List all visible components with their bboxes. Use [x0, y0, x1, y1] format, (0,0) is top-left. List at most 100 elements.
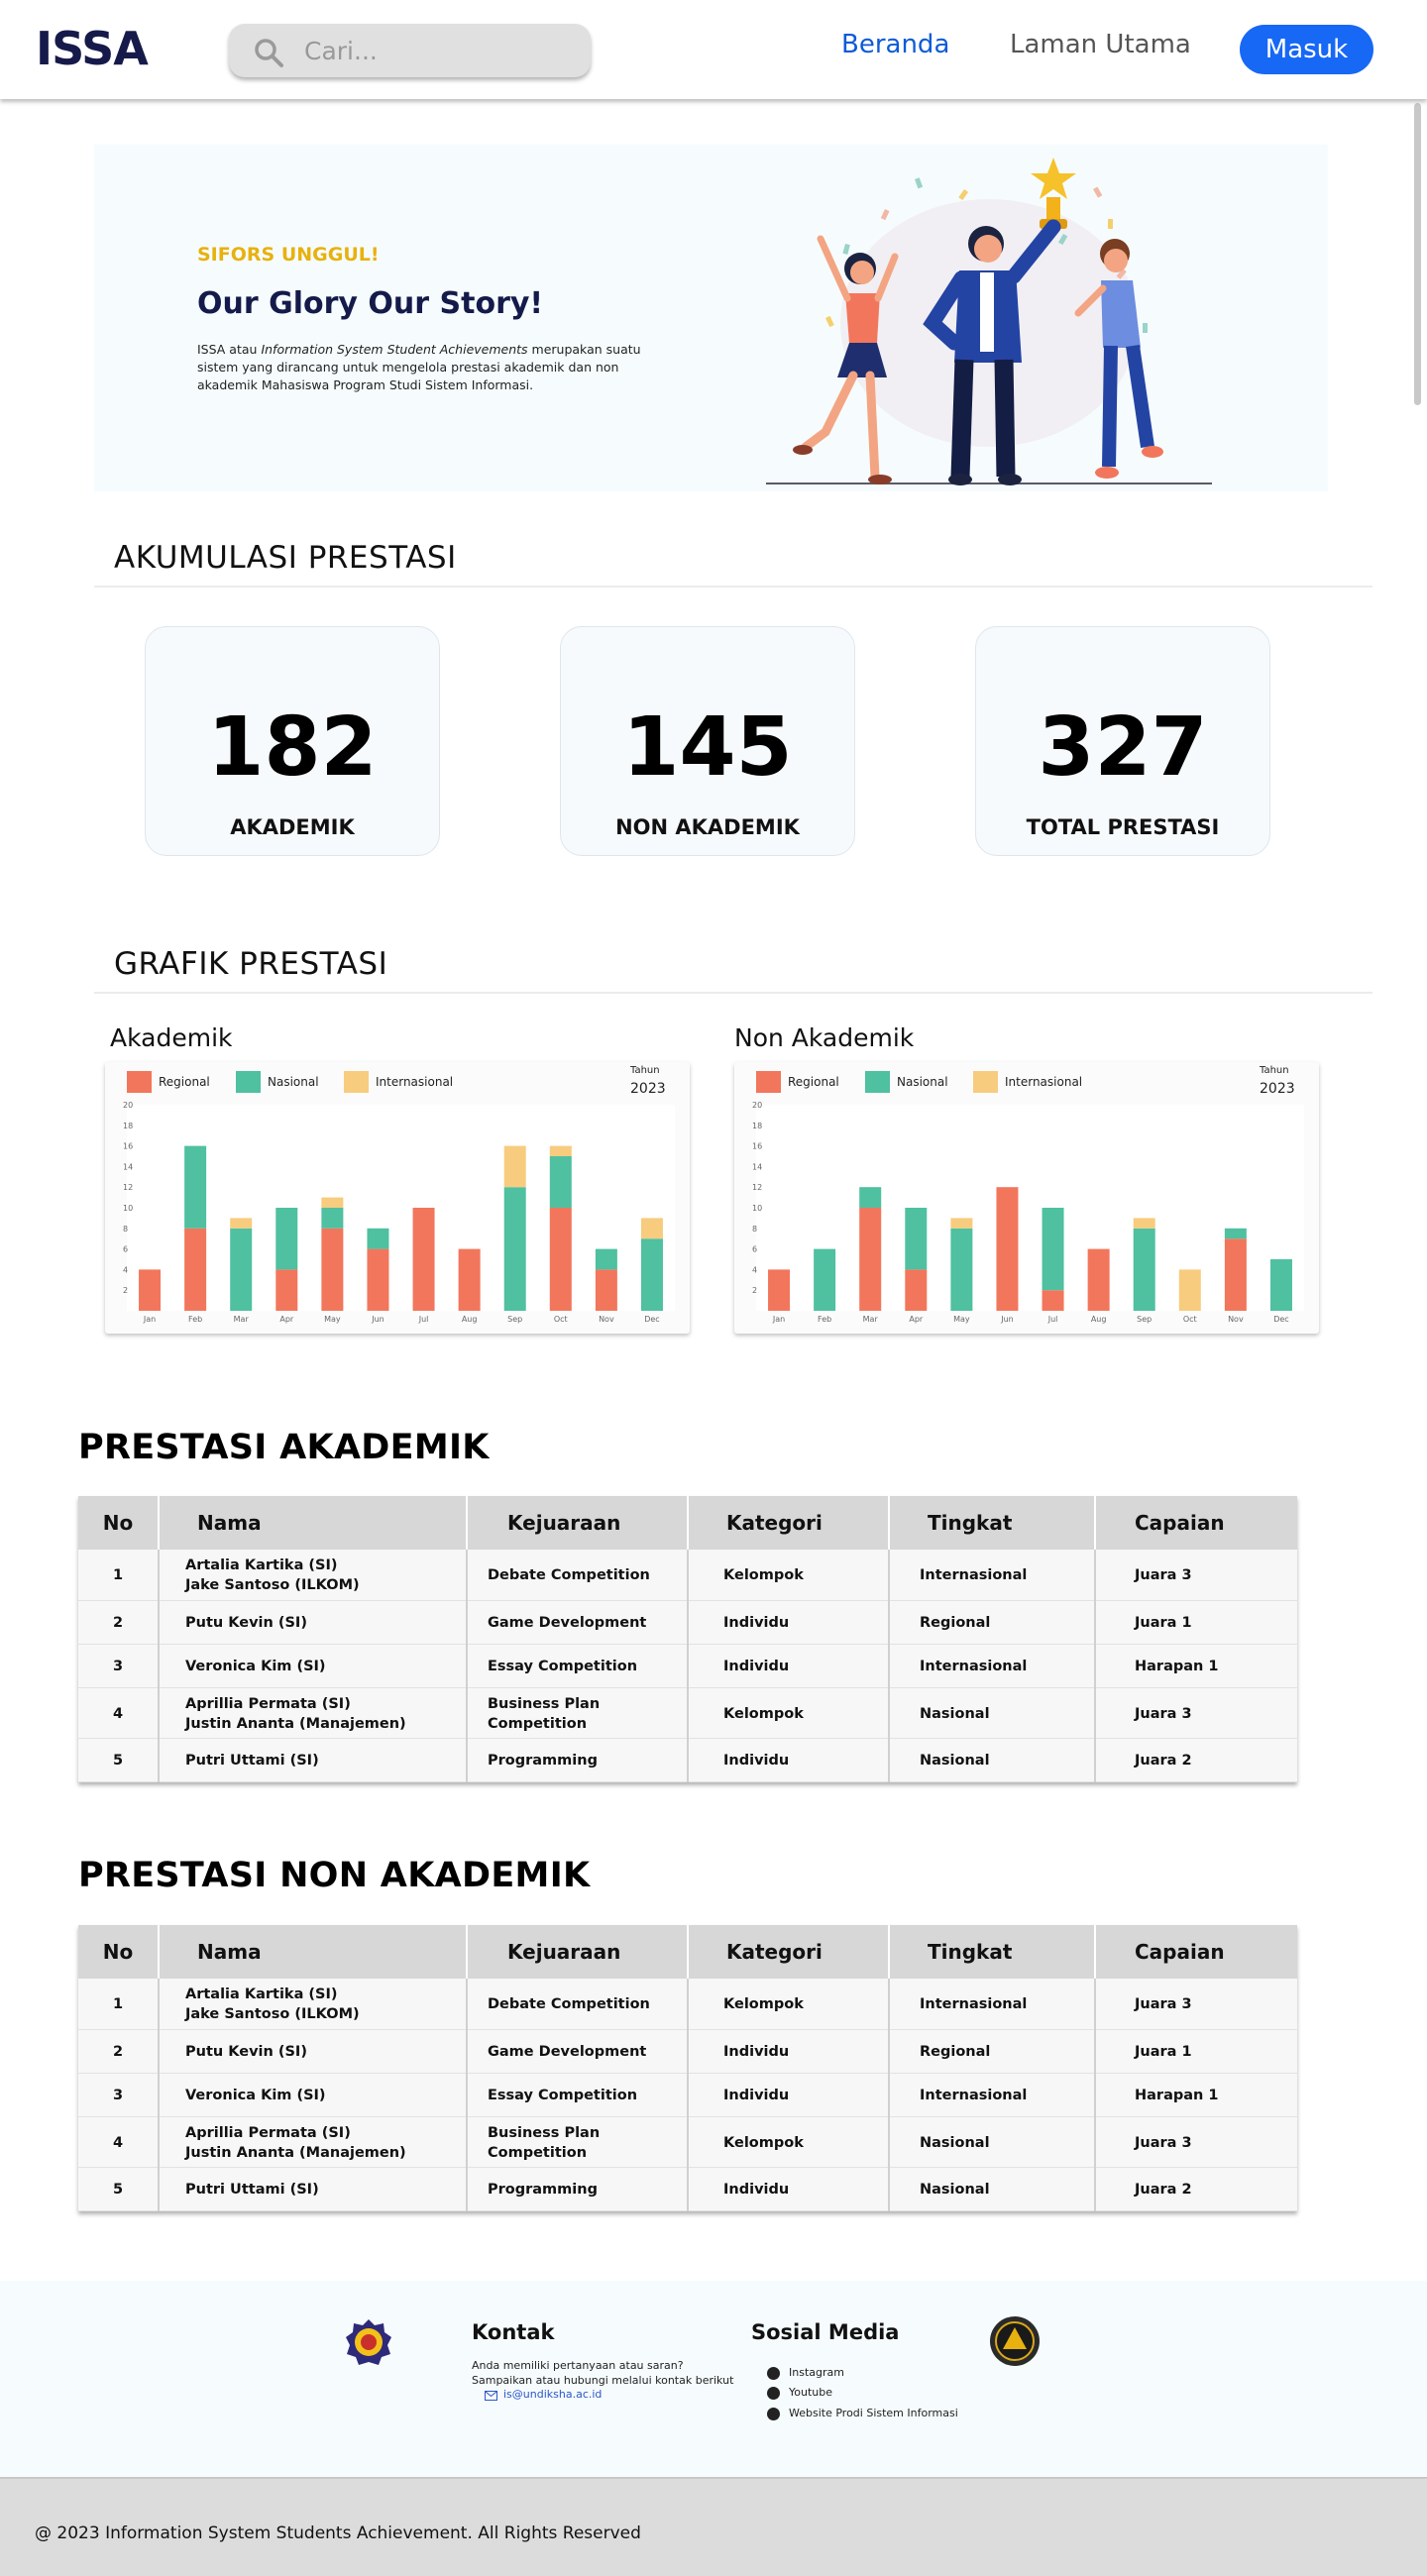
- table-cell-kejuaraan: Programming: [467, 1738, 689, 1782]
- bar-regional-oct: [549, 1208, 572, 1311]
- x-tick-label: Jan: [772, 1315, 785, 1324]
- contact-email-link[interactable]: is@undiksha.ac.id: [503, 2388, 602, 2401]
- table-cell-kategori: Individu: [688, 2029, 890, 2074]
- nav-link-laman-utama[interactable]: Laman Utama: [1010, 30, 1191, 59]
- bar-regional-apr: [275, 1269, 298, 1311]
- nav-link-beranda[interactable]: Beranda: [841, 30, 949, 59]
- divider: [94, 992, 1372, 994]
- contact-line-2: Sampaikan atau hubungi melalui kontak be…: [472, 2374, 734, 2387]
- scrollbar-thumb[interactable]: [1414, 103, 1421, 405]
- bar-nasional-mar: [859, 1187, 882, 1208]
- stat-label: TOTAL PRESTASI: [1026, 815, 1220, 839]
- table-header-row: No Nama Kejuaraan Kategori Tingkat Capaian: [78, 1496, 1297, 1550]
- social-link-instagram[interactable]: Instagram: [767, 2366, 844, 2380]
- table-cell-kategori: Individu: [688, 2073, 890, 2117]
- column-header-nama: Nama: [159, 1925, 468, 1979]
- table-cell-nama: Artalia Kartika (SI) Jake Santoso (ILKOM): [159, 1550, 468, 1601]
- x-tick-label: Aug: [1091, 1315, 1107, 1324]
- legend-label-internasional: Internasional: [376, 1075, 453, 1089]
- x-tick-label: Aug: [462, 1315, 478, 1324]
- y-tick-label: 6: [752, 1245, 757, 1254]
- table-cell-no: 1: [78, 1979, 160, 2030]
- table-row: 3 Veronica Kim (SI) Essay Competition Indiv…: [78, 1644, 1297, 1688]
- x-tick-label: Jun: [1000, 1315, 1014, 1324]
- stat-value: 182: [207, 700, 378, 795]
- x-tick-label: Mar: [863, 1315, 879, 1324]
- x-tick-label: Nov: [1228, 1315, 1244, 1324]
- year-label: Tahun: [1259, 1065, 1289, 1076]
- bar-internasional-oct: [549, 1145, 572, 1156]
- table-cell-tingkat: Internasional: [889, 1550, 1096, 1601]
- bar-regional-feb: [184, 1228, 207, 1311]
- y-tick-label: 12: [123, 1183, 133, 1192]
- table-cell-kategori: Kelompok: [688, 1550, 890, 1601]
- x-tick-label: Sep: [507, 1315, 522, 1324]
- bar-regional-apr: [905, 1269, 928, 1311]
- mail-icon: [485, 2391, 497, 2401]
- chart-card-non-akademik: Regional Nasional Internasional Tahun 2023 2 4…: [734, 1062, 1319, 1334]
- x-tick-label: Apr: [279, 1315, 294, 1324]
- table-cell-capaian: Juara 3: [1095, 1979, 1297, 2030]
- instagram-icon: [767, 2366, 780, 2380]
- login-button[interactable]: Masuk: [1240, 25, 1373, 74]
- table-cell-capaian: Harapan 1: [1095, 1644, 1297, 1688]
- column-header-tingkat: Tingkat: [889, 1925, 1096, 1979]
- table-cell-no: 3: [78, 1644, 160, 1688]
- x-tick-label: Sep: [1137, 1315, 1152, 1324]
- table-cell-nama: Veronica Kim (SI): [159, 1644, 468, 1688]
- y-tick-label: 6: [123, 1245, 128, 1254]
- social-link-website[interactable]: Website Prodi Sistem Informasi: [767, 2407, 958, 2420]
- table-row: 4 Aprillia Permata (SI) Justin Ananta (Man…: [78, 2116, 1297, 2168]
- column-header-kategori: Kategori: [688, 1496, 890, 1550]
- table-row: 3 Veronica Kim (SI) Essay Competition Indiv…: [78, 2073, 1297, 2117]
- table-cell-kejuaraan: Essay Competition: [467, 2073, 689, 2117]
- bar-internasional-sep: [503, 1145, 526, 1188]
- table-row: 2 Putu Kevin (SI) Game Development Individu…: [78, 2029, 1297, 2074]
- bar-nasional-nov: [595, 1248, 617, 1270]
- x-tick-label: Jul: [1047, 1315, 1058, 1324]
- plot-area: [756, 1105, 1304, 1311]
- column-header-no: No: [78, 1496, 160, 1550]
- legend-swatch-regional: [127, 1071, 152, 1093]
- table-cell-kategori: Kelompok: [688, 2116, 890, 2168]
- bar-nasional-feb: [814, 1248, 836, 1311]
- stat-card-akademik: 182 AKADEMIK: [145, 626, 440, 856]
- social-link-youtube[interactable]: Youtube: [767, 2386, 832, 2400]
- y-tick-label: 10: [752, 1204, 762, 1213]
- bar-nasional-may: [950, 1228, 973, 1311]
- x-tick-label: Oct: [1183, 1315, 1197, 1324]
- column-header-kejuaraan: Kejuaraan: [467, 1925, 689, 1979]
- stat-card-total: 327 TOTAL PRESTASI: [975, 626, 1270, 856]
- table-cell-tingkat: Nasional: [889, 1687, 1096, 1739]
- column-header-kategori: Kategori: [688, 1925, 890, 1979]
- table-non-akademik: No Nama Kejuaraan Kategori Tingkat Capaian 1 Ar…: [78, 1925, 1297, 2211]
- table-cell-no: 2: [78, 1600, 160, 1645]
- legend-label-nasional: Nasional: [268, 1075, 319, 1089]
- table-cell-kejuaraan: Game Development: [467, 2029, 689, 2074]
- table-cell-kejuaraan: Debate Competition: [467, 1550, 689, 1601]
- table-cell-kategori: Individu: [688, 1600, 890, 1645]
- bar-regional-jul: [1042, 1290, 1064, 1311]
- navbar: ISSA Beranda Laman Utama Masuk: [0, 0, 1427, 99]
- x-tick-label: Oct: [554, 1315, 568, 1324]
- table-cell-tingkat: Nasional: [889, 1738, 1096, 1782]
- search-input[interactable]: [304, 32, 572, 69]
- site-logo[interactable]: ISSA: [36, 22, 149, 75]
- table-title-akademik: PRESTASI AKADEMIK: [78, 1428, 490, 1467]
- legend-label-regional: Regional: [788, 1075, 839, 1089]
- bar-regional-aug: [458, 1248, 481, 1311]
- table-row: 5 Putri Uttami (SI) Programming Individu Nas…: [78, 2167, 1297, 2211]
- globe-icon: [767, 2407, 780, 2420]
- y-tick-label: 18: [752, 1122, 762, 1130]
- x-tick-label: May: [953, 1315, 970, 1324]
- table-cell-nama: Putu Kevin (SI): [159, 2029, 468, 2074]
- table-cell-nama: Aprillia Permata (SI) Justin Ananta (Mana…: [159, 2116, 468, 2168]
- search-box[interactable]: [229, 24, 591, 77]
- contact-line-1: Anda memiliki pertanyaan atau saran?: [472, 2359, 684, 2372]
- table-cell-capaian: Juara 1: [1095, 2029, 1297, 2074]
- y-tick-label: 16: [752, 1142, 762, 1151]
- table-cell-kejuaraan: Debate Competition: [467, 1979, 689, 2030]
- bar-nasional-apr: [275, 1208, 298, 1270]
- stat-card-non-akademik: 145 NON AKADEMIK: [560, 626, 855, 856]
- bar-nasional-sep: [1133, 1228, 1155, 1311]
